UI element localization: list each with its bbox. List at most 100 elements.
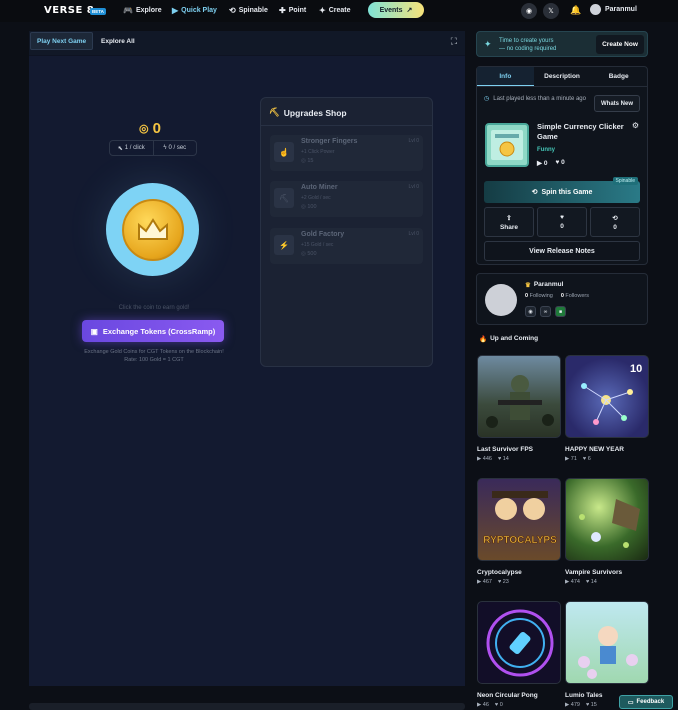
nav-quick-play-label: Quick Play xyxy=(181,7,217,14)
last-played-text: Last played less than a minute ago xyxy=(493,96,586,102)
user-menu[interactable]: Paranmul xyxy=(590,4,637,15)
point-icon: ✚ xyxy=(279,6,286,15)
per-sec-value: 0 / sec xyxy=(168,145,187,151)
game-card-likes-value: 23 xyxy=(502,579,509,585)
game-card-plays: ▶ 479 xyxy=(565,702,580,708)
game-stats: ▶ 0 ♥ 0 xyxy=(537,159,565,167)
game-card-neon-pong[interactable]: Neon Circular Pong ▶ 46 ♥ 0 xyxy=(477,601,561,708)
explore-all-button[interactable]: Explore All xyxy=(95,32,141,50)
exchange-tokens-button[interactable]: ▣ Exchange Tokens (CrossRamp) xyxy=(82,320,224,342)
tab-badge[interactable]: Badge xyxy=(590,67,647,86)
game-card-image: RYPTOCALYPS xyxy=(477,478,561,561)
discord-icon[interactable]: ◉ xyxy=(525,306,536,317)
lightning-icon: ϟ xyxy=(163,145,167,151)
game-info-card: Info Description Badge ◷ Last played les… xyxy=(476,66,648,265)
sparkle-icon: ✦ xyxy=(484,39,492,49)
vampire-art xyxy=(579,499,640,548)
game-card-lumio-tales[interactable]: Lumio Tales ▶ 479 ♥ 15 xyxy=(565,601,649,708)
plays-value: 0 xyxy=(543,160,548,167)
followers-count[interactable]: 0 Followers xyxy=(561,293,589,299)
nav-quick-play[interactable]: ▶ Quick Play xyxy=(172,4,217,17)
finger-icon: ☝ xyxy=(274,142,294,162)
game-card-plays-value: 71 xyxy=(570,456,577,462)
tab-info[interactable]: Info xyxy=(477,67,534,86)
spin-icon: ⟲ xyxy=(612,214,618,222)
game-card-stats: ▶ 474 ♥ 14 xyxy=(565,579,649,585)
nav-explore[interactable]: 🎮 Explore xyxy=(123,4,162,17)
game-card-stats: ▶ 46 ♥ 0 xyxy=(477,702,561,708)
remix-button[interactable]: ⟲ 0 xyxy=(590,207,640,237)
shop-item-stronger-fingers[interactable]: ☝ Stronger Fingers +1 Click Power ◎ 15 L… xyxy=(270,135,423,171)
x-social-button[interactable]: 𝕏 xyxy=(543,3,559,19)
x-icon: 𝕏 xyxy=(548,8,554,15)
verse8-logo[interactable]: VERSE 8 xyxy=(44,5,94,16)
like-count: 0 xyxy=(560,223,564,230)
feedback-button[interactable]: ▭ Feedback xyxy=(619,695,673,709)
creator-avatar[interactable] xyxy=(485,284,517,316)
following-count[interactable]: 0 Following xyxy=(525,293,553,299)
shop-item-gold-factory[interactable]: ⚡ Gold Factory +15 Gold / sec ◎ 500 Lvl … xyxy=(270,228,423,264)
game-toolbar: Play Next Game Explore All ⛶ xyxy=(29,31,465,55)
link-icon[interactable]: ∞ xyxy=(540,306,551,317)
play-icon: ▶ xyxy=(172,6,179,15)
create-now-button[interactable]: Create Now xyxy=(596,35,644,54)
lumio-art xyxy=(578,626,638,679)
events-button[interactable]: Events ↗ xyxy=(368,2,424,18)
play-next-game-button[interactable]: Play Next Game xyxy=(30,32,94,50)
cursor-icon: ⬉ xyxy=(117,145,123,152)
horizontal-scrollbar[interactable] xyxy=(29,703,465,710)
game-card-plays: ▶ 446 xyxy=(477,456,492,462)
game-thumbnail[interactable] xyxy=(485,123,529,167)
action-row: ⇪ Share ♥ 0 ⟲ 0 xyxy=(484,207,640,237)
neon-pong-art xyxy=(486,609,554,677)
game-card-vampire-survivors[interactable]: Vampire Survivors ▶ 474 ♥ 14 xyxy=(565,478,649,585)
game-card-cryptocalypse[interactable]: RYPTOCALYPS Cryptocalypse ▶ 467 ♥ 23 xyxy=(477,478,561,585)
coin-counter: ◎ 0 xyxy=(139,120,161,137)
following-value: 0 xyxy=(525,293,529,299)
game-card-plays-value: 446 xyxy=(482,456,492,462)
game-canvas[interactable]: ◎ 0 ⬉ 1 / click ϟ0 / sec Click the coin t… xyxy=(29,56,465,686)
like-button[interactable]: ♥ 0 xyxy=(537,207,587,237)
whats-new-button[interactable]: Whats New xyxy=(594,95,640,112)
exchange-note-line1: Exchange Gold Coins for CGT Tokens on th… xyxy=(84,349,224,355)
user-avatar xyxy=(590,4,601,15)
creator-name[interactable]: ♛ Paranmul xyxy=(525,281,563,289)
game-card-last-survivor[interactable]: Last Survivor FPS ▶ 446 ♥ 14 xyxy=(477,355,561,462)
view-release-notes-button[interactable]: View Release Notes xyxy=(484,241,640,261)
heart-icon: ♥ xyxy=(560,214,564,221)
discord-button[interactable]: ◉ xyxy=(521,3,537,19)
spin-label: Spin this Game xyxy=(541,188,593,196)
create-text: Time to create yours — no coding require… xyxy=(499,37,556,53)
nav-create[interactable]: ✦ Create xyxy=(319,4,351,17)
tab-description[interactable]: Description xyxy=(534,67,591,86)
game-card-image xyxy=(565,478,649,561)
fullscreen-icon[interactable]: ⛶ xyxy=(451,36,457,47)
nav-spinable[interactable]: ⟲ Spinable xyxy=(229,4,268,17)
game-card-stats: ▶ 446 ♥ 14 xyxy=(477,456,561,462)
notification-bell-icon[interactable]: 🔔 xyxy=(570,5,581,16)
nav-point-label: Point xyxy=(288,7,307,14)
per-sec-stat: ϟ0 / sec xyxy=(154,141,197,155)
game-genre[interactable]: Funny xyxy=(537,147,555,153)
gear-icon[interactable]: ⚙ xyxy=(632,121,639,130)
game-card-happy-new-year[interactable]: 10 HAPPY NEW YEAR ▶ 71 ♥ 6 xyxy=(565,355,649,462)
share-button[interactable]: ⇪ Share xyxy=(484,207,534,237)
creator-socials: ◉ ∞ ■ xyxy=(525,306,566,317)
game-card-likes: ♥ 14 xyxy=(497,456,509,462)
creator-card: ♛ Paranmul 0 Following 0 Followers ◉ ∞ ■ xyxy=(476,273,648,325)
game-card-plays-value: 474 xyxy=(570,579,580,585)
click-coin[interactable] xyxy=(106,183,199,276)
creator-name-text: Paranmul xyxy=(533,281,564,288)
game-card-plays: ▶ 71 xyxy=(565,456,577,462)
shop-item-auto-miner[interactable]: ⛏ Auto Miner +2 Gold / sec ◎ 100 Lvl 0 xyxy=(270,181,423,217)
game-card-likes-value: 14 xyxy=(590,579,597,585)
game-card-image: 10 xyxy=(565,355,649,438)
flame-icon: 🔥 xyxy=(479,336,488,343)
nav-point[interactable]: ✚ Point xyxy=(279,4,306,17)
shop-item-price: ◎ 15 xyxy=(301,158,313,164)
green-app-icon[interactable]: ■ xyxy=(555,306,566,317)
followers-label: Followers xyxy=(565,293,589,299)
share-label: Share xyxy=(499,223,519,231)
game-card-likes-value: 0 xyxy=(499,702,503,708)
per-click-stat: ⬉ 1 / click xyxy=(110,141,154,155)
